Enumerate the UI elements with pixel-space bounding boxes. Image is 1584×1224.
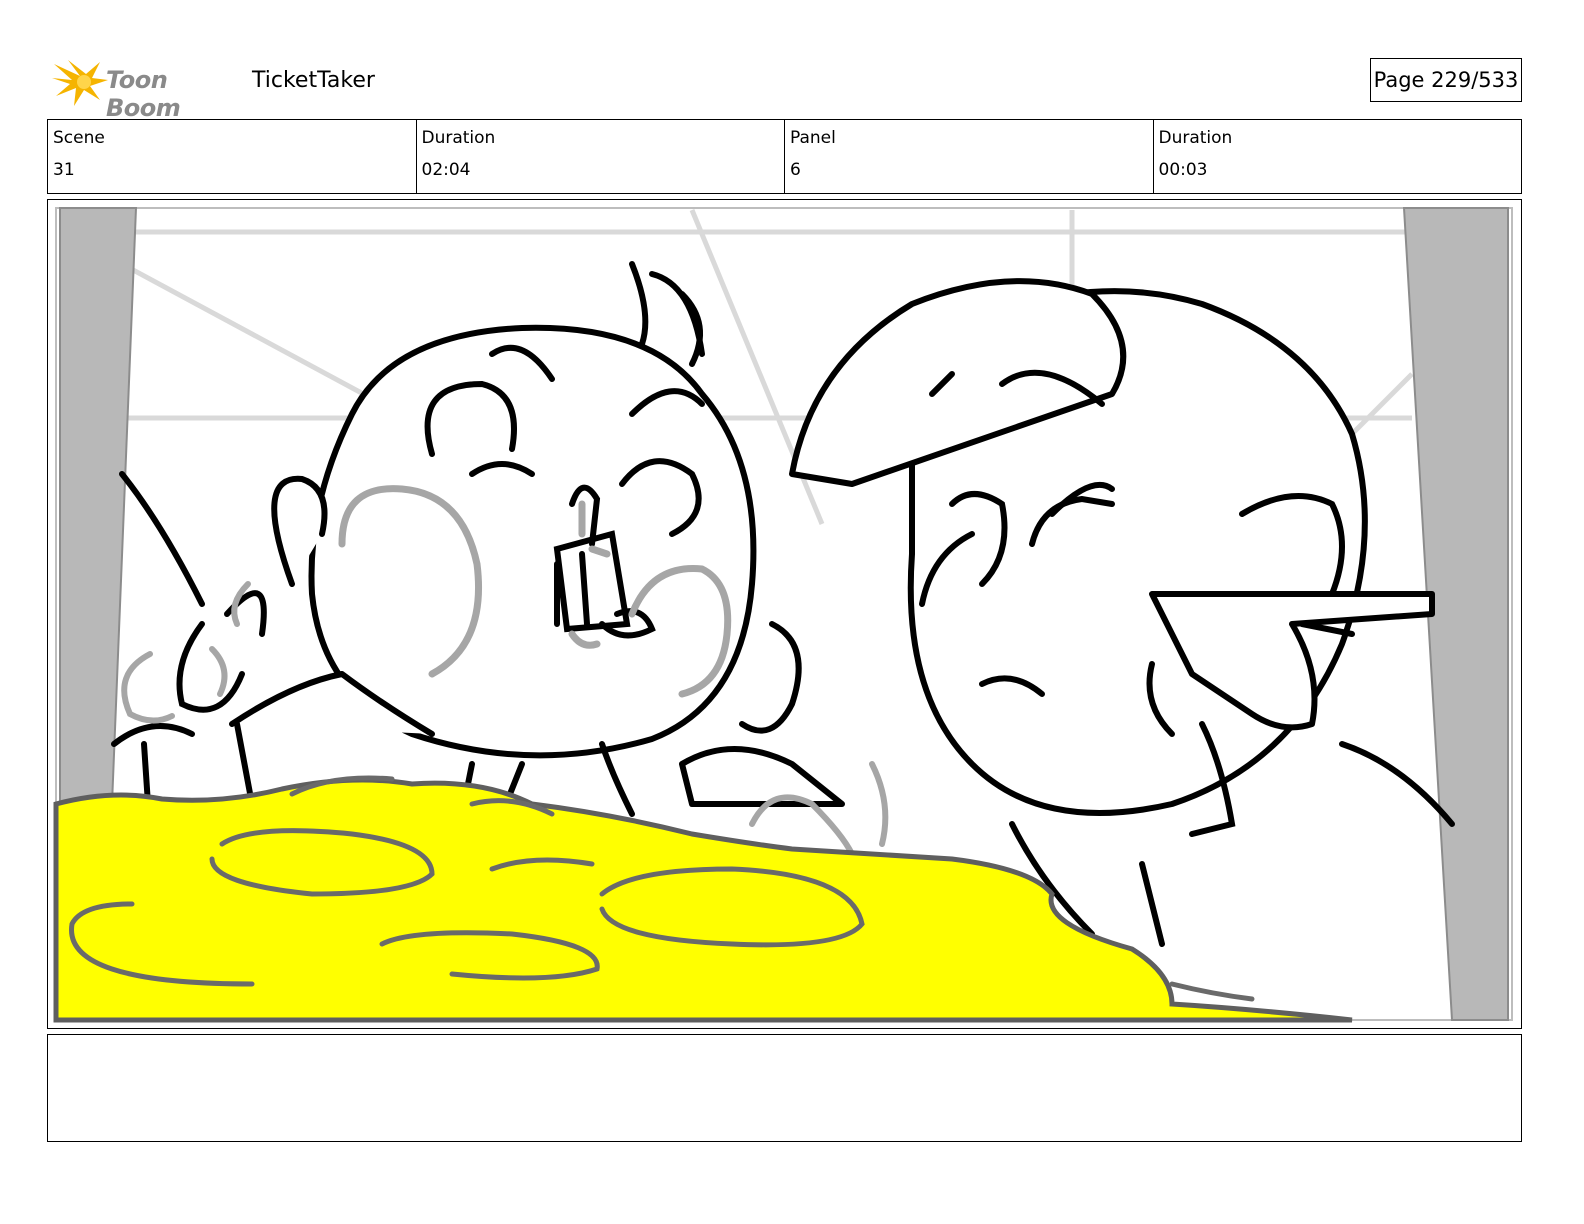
cap-boy <box>679 278 1435 816</box>
project-title: TicketTaker <box>252 68 375 93</box>
scene-duration-cell: Duration 02:04 <box>417 120 785 193</box>
panel-label: Panel <box>790 128 836 148</box>
scene-label: Scene <box>53 128 105 148</box>
panel-duration-value: 00:03 <box>1158 160 1208 180</box>
storyboard-sketch <box>53 207 1513 1023</box>
panel-cell: Panel 6 <box>785 120 1154 193</box>
panel-info-table: Scene 31 Duration 02:04 Panel 6 Duration… <box>47 119 1522 194</box>
logo-wordmark: Toon Boom <box>106 66 181 122</box>
panel-value: 6 <box>790 160 801 180</box>
left-frame-bar <box>59 207 138 805</box>
scene-value: 31 <box>53 160 75 180</box>
panel-duration-label: Duration <box>1158 128 1233 148</box>
scene-duration-label: Duration <box>421 128 496 148</box>
starburst-icon <box>52 60 108 106</box>
page-header: Toon Boom TicketTaker Page 229/533 <box>48 52 1522 122</box>
scene-duration-value: 02:04 <box>421 160 471 180</box>
scene-cell: Scene 31 <box>48 120 417 193</box>
storyboard-panel <box>47 199 1522 1029</box>
page-counter: Page 229/533 <box>1370 58 1522 102</box>
panel-duration-cell: Duration 00:03 <box>1154 120 1522 193</box>
puffed-cheek-boy <box>229 324 757 807</box>
panel-notes-box <box>47 1034 1522 1142</box>
toon-boom-logo: Toon Boom <box>50 56 240 122</box>
